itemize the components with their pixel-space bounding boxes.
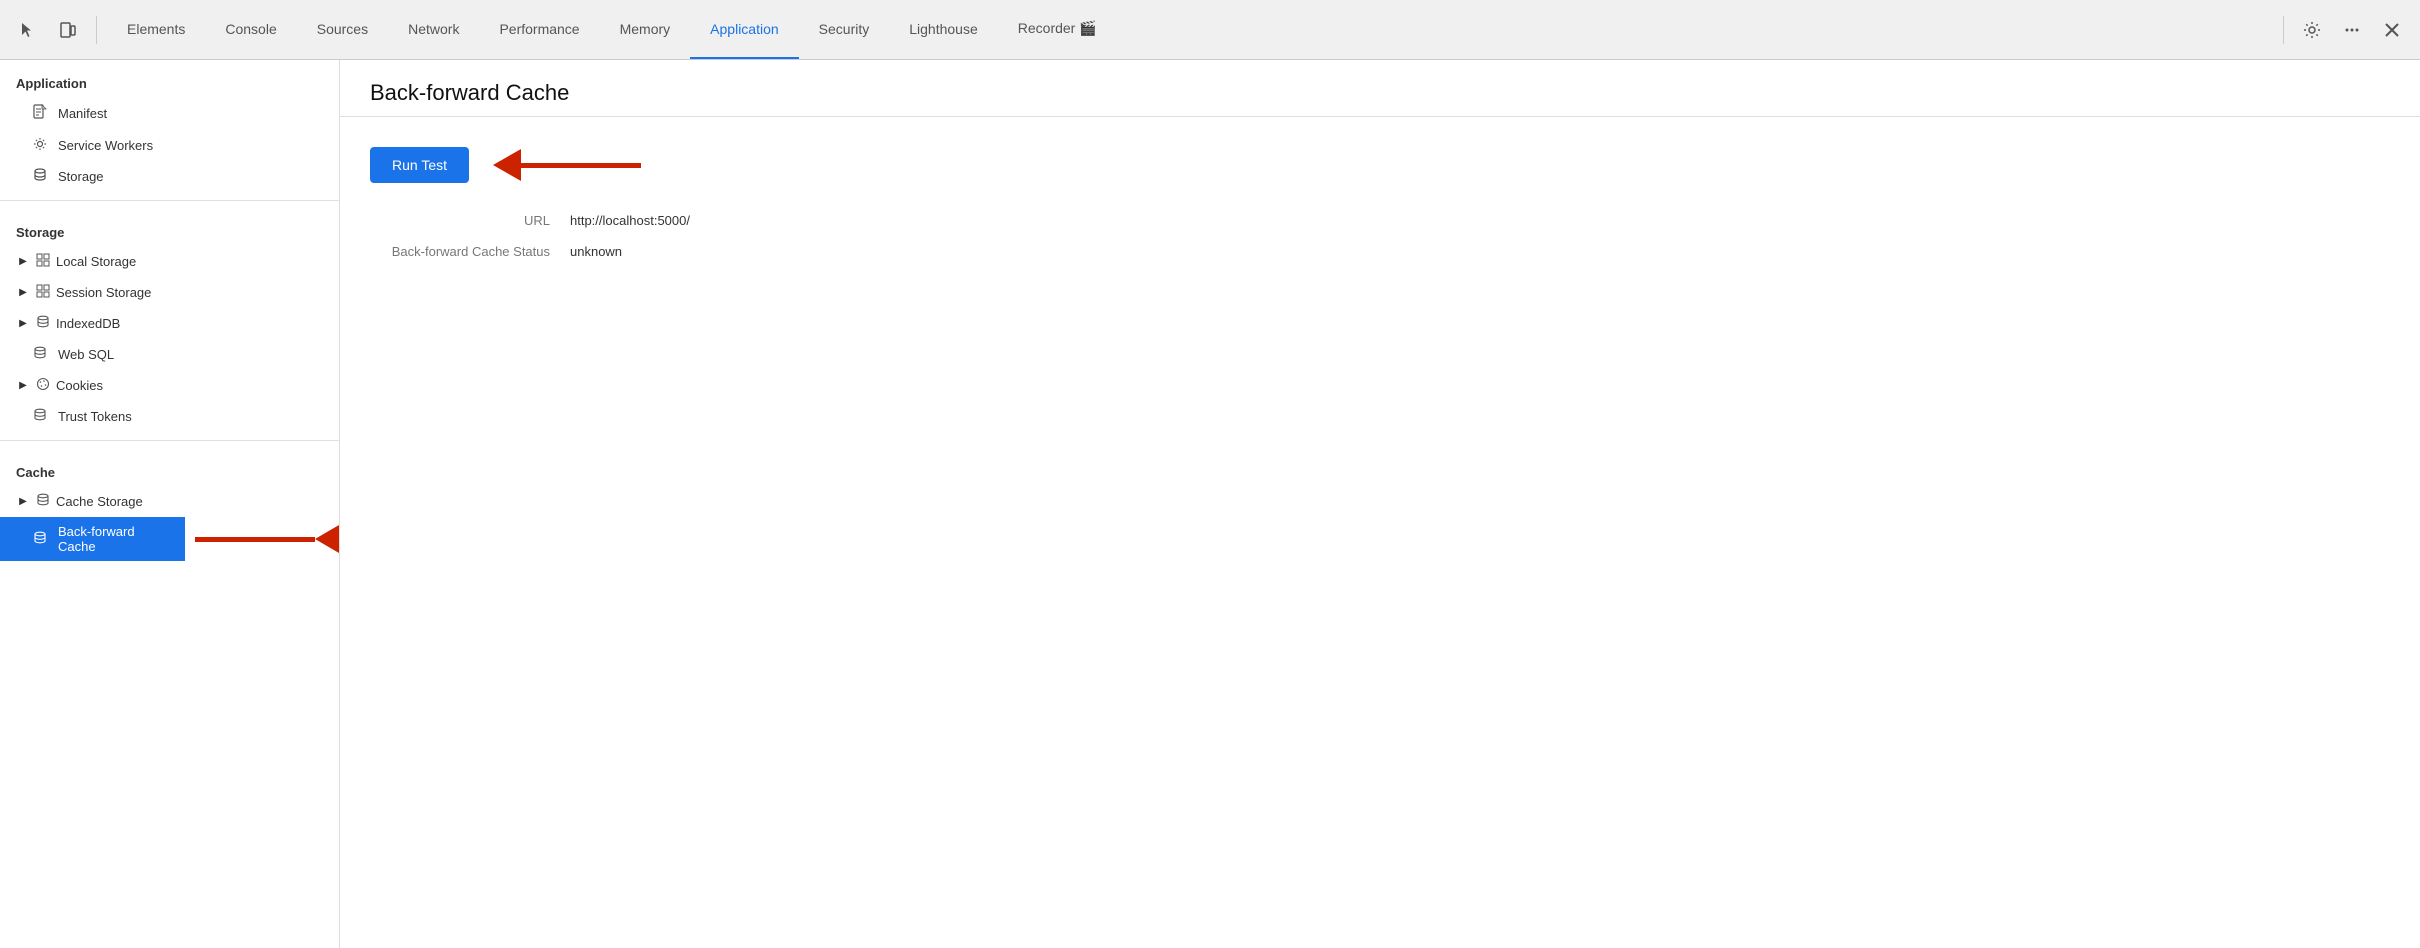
expand-arrow-icon: ▶ <box>16 256 30 267</box>
db-icon-4 <box>36 493 50 510</box>
cursor-icon-btn[interactable] <box>10 12 46 48</box>
sidebar-item-trust-tokens-label: Trust Tokens <box>58 409 132 424</box>
sidebar-section-storage: Storage <box>0 209 339 246</box>
tab-console[interactable]: Console <box>205 0 296 59</box>
sidebar-item-trust-tokens[interactable]: Trust Tokens <box>0 401 339 432</box>
sidebar-item-cache-storage-label: Cache Storage <box>56 494 143 509</box>
sidebar-item-storage-label: Storage <box>58 169 104 184</box>
sidebar-item-local-storage-label: Local Storage <box>56 254 136 269</box>
db-icon-5 <box>32 531 48 548</box>
tab-recorder[interactable]: Recorder 🎬 <box>998 0 1117 59</box>
tab-lighthouse[interactable]: Lighthouse <box>889 0 998 59</box>
expand-arrow-icon-2: ▶ <box>16 287 30 298</box>
expand-arrow-icon-3: ▶ <box>16 318 30 329</box>
db-icon-3 <box>32 408 48 425</box>
sidebar-item-manifest[interactable]: Manifest <box>0 97 339 130</box>
sidebar-item-back-forward-cache[interactable]: Back-forward Cache <box>0 517 185 561</box>
arrow-head-left <box>493 149 521 181</box>
sidebar-item-cookies[interactable]: ▶ Cookies <box>0 370 339 401</box>
sidebar-section-application: Application <box>0 60 339 97</box>
status-row: Back-forward Cache Status unknown <box>370 244 2390 259</box>
page-title: Back-forward Cache <box>370 80 2390 106</box>
url-row: URL http://localhost:5000/ <box>370 213 2390 228</box>
tab-sources[interactable]: Sources <box>297 0 388 59</box>
tab-elements[interactable]: Elements <box>107 0 205 59</box>
divider-2 <box>0 440 339 441</box>
document-icon <box>32 104 48 123</box>
tab-network[interactable]: Network <box>388 0 479 59</box>
sidebar-item-cookies-label: Cookies <box>56 378 103 393</box>
arrow-head-bottom <box>315 525 339 553</box>
cookie-icon <box>36 377 50 394</box>
toolbar-divider-1 <box>96 16 97 44</box>
arrow-line-top <box>521 163 641 168</box>
expand-arrow-icon-5: ▶ <box>16 496 30 507</box>
url-value: http://localhost:5000/ <box>570 213 690 228</box>
tab-performance[interactable]: Performance <box>479 0 599 59</box>
sidebar-item-manifest-label: Manifest <box>58 106 107 121</box>
tab-security[interactable]: Security <box>799 0 890 59</box>
sidebar-item-indexeddb-label: IndexedDB <box>56 316 120 331</box>
devtools-toolbar: Elements Console Sources Network Perform… <box>0 0 2420 60</box>
more-options-btn[interactable] <box>2334 12 2370 48</box>
grid-icon <box>36 253 50 270</box>
sidebar-item-indexeddb[interactable]: ▶ IndexedDB <box>0 308 339 339</box>
toolbar-divider-2 <box>2283 16 2284 44</box>
content-header: Back-forward Cache <box>340 60 2420 117</box>
device-icon <box>59 21 77 39</box>
tab-bar: Elements Console Sources Network Perform… <box>107 0 2273 59</box>
sidebar-item-session-storage[interactable]: ▶ Session Storage <box>0 277 339 308</box>
sidebar: Application Manifest Service Workers Sto… <box>0 60 340 948</box>
sidebar-item-back-forward-cache-label: Back-forward Cache <box>58 524 169 554</box>
close-icon <box>2384 22 2400 38</box>
sidebar-item-session-storage-label: Session Storage <box>56 285 151 300</box>
status-label: Back-forward Cache Status <box>370 244 570 259</box>
main-layout: Application Manifest Service Workers Sto… <box>0 60 2420 948</box>
ellipsis-icon <box>2343 21 2361 39</box>
sidebar-item-cache-storage[interactable]: ▶ Cache Storage <box>0 486 339 517</box>
sidebar-item-web-sql[interactable]: Web SQL <box>0 339 339 370</box>
arrow-line-bottom <box>195 537 315 542</box>
sidebar-item-service-workers-label: Service Workers <box>58 138 153 153</box>
database-icon <box>32 168 48 185</box>
gear-small-icon <box>32 137 48 154</box>
status-value: unknown <box>570 244 622 259</box>
device-toggle-btn[interactable] <box>50 12 86 48</box>
run-test-button[interactable]: Run Test <box>370 147 469 183</box>
toolbar-right-buttons <box>2294 12 2410 48</box>
gear-icon <box>2303 21 2321 39</box>
settings-btn[interactable] <box>2294 12 2330 48</box>
run-test-section: Run Test <box>370 147 2390 183</box>
sidebar-item-storage[interactable]: Storage <box>0 161 339 192</box>
annotation-arrow-top <box>493 149 641 181</box>
cursor-icon <box>19 21 37 39</box>
sidebar-item-service-workers[interactable]: Service Workers <box>0 130 339 161</box>
tab-application[interactable]: Application <box>690 0 799 59</box>
sidebar-section-cache: Cache <box>0 449 339 486</box>
sidebar-item-local-storage[interactable]: ▶ Local Storage <box>0 246 339 277</box>
expand-arrow-icon-4: ▶ <box>16 380 30 391</box>
close-btn[interactable] <box>2374 12 2410 48</box>
grid-icon-2 <box>36 284 50 301</box>
main-content: Back-forward Cache Run Test URL http://l… <box>340 60 2420 948</box>
db-icon-2 <box>32 346 48 363</box>
annotation-arrow-bottom <box>195 525 339 553</box>
back-forward-cache-row: Back-forward Cache <box>0 517 339 561</box>
url-label: URL <box>370 213 570 228</box>
divider-1 <box>0 200 339 201</box>
db-icon <box>36 315 50 332</box>
tab-memory[interactable]: Memory <box>600 0 691 59</box>
sidebar-item-web-sql-label: Web SQL <box>58 347 114 362</box>
content-body: Run Test URL http://localhost:5000/ Back… <box>340 117 2420 305</box>
